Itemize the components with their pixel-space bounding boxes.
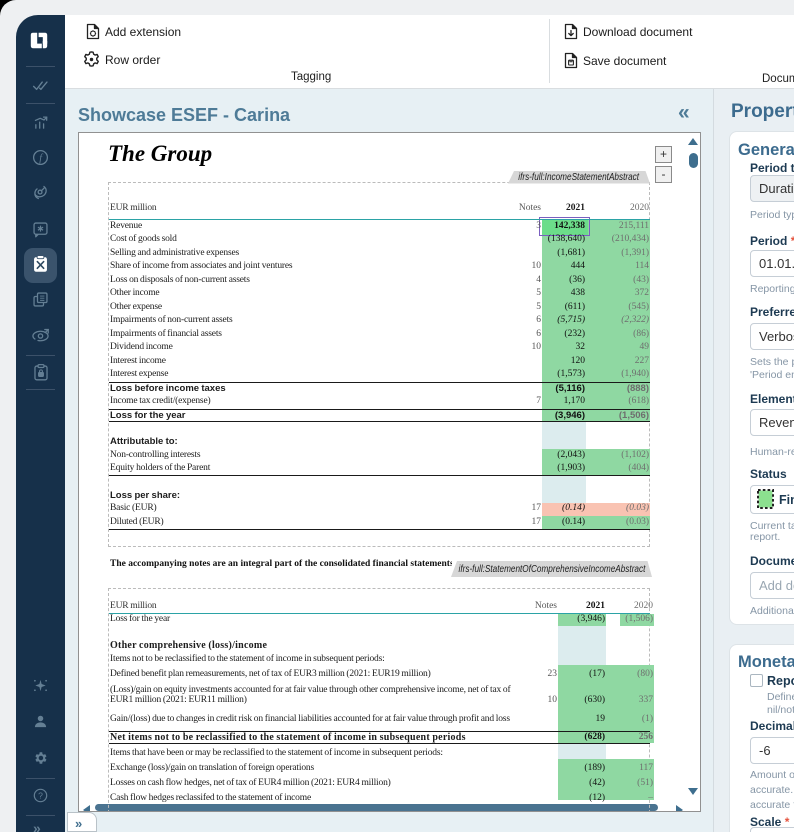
svg-text:f: f: [39, 153, 44, 164]
svg-text:?: ?: [38, 790, 43, 800]
